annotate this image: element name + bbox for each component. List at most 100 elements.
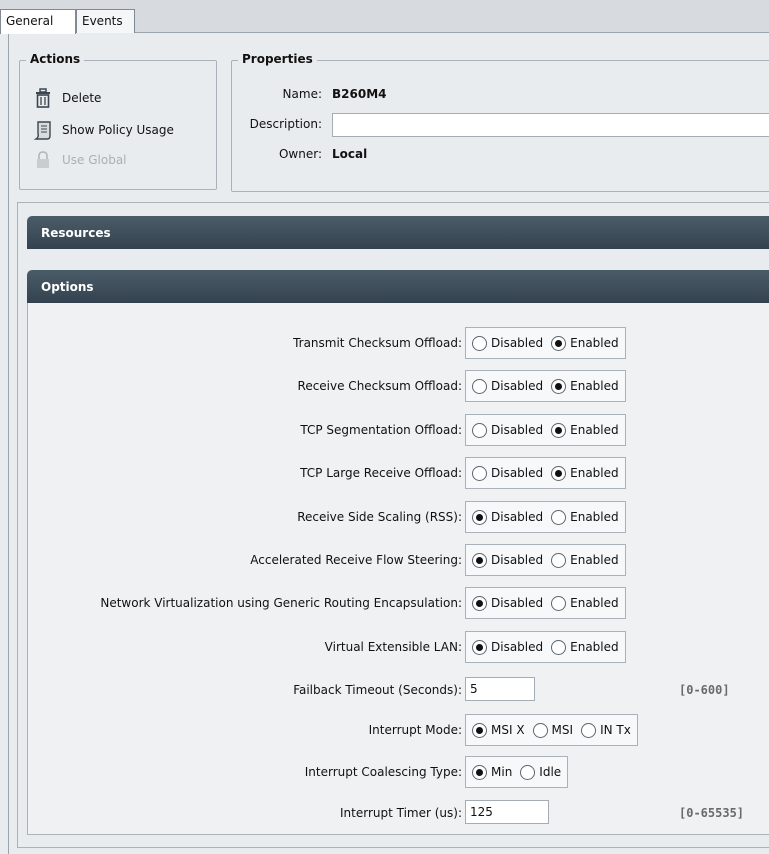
- radio-label: Disabled: [491, 596, 544, 610]
- description-label: Description:: [249, 117, 322, 131]
- radio-label: Disabled: [491, 640, 544, 654]
- radio-dot-icon: [551, 335, 567, 351]
- radio-enabled[interactable]: Enabled: [551, 378, 619, 394]
- timer-label: Interrupt Timer (us):: [339, 806, 462, 820]
- radio-label: Disabled: [491, 379, 544, 393]
- option-label: Virtual Extensible LAN:: [324, 640, 462, 654]
- option-radio-group: Disabled Enabled: [465, 631, 626, 663]
- owner-value: Local: [332, 147, 368, 161]
- failback-row: Failback Timeout (Seconds): 5 [0-600]: [9, 674, 769, 708]
- option-radio-group: Disabled Enabled: [465, 414, 626, 446]
- radio-dot-icon: [472, 465, 487, 481]
- radio-dot-icon: [472, 552, 487, 568]
- option-label: Receive Checksum Offload:: [297, 379, 462, 393]
- use-global-action[interactable]: Use Global: [32, 149, 127, 171]
- radio-dot-icon: [581, 722, 597, 738]
- radio-label: Enabled: [570, 379, 619, 393]
- radio-enabled[interactable]: Enabled: [551, 335, 619, 351]
- radio-label: MSI X: [491, 723, 525, 737]
- radio-dot-icon: [551, 639, 567, 655]
- actions-group: Actions Delete Show Policy Usage Use Glo…: [19, 52, 217, 190]
- radio-label: MSI: [551, 723, 574, 737]
- description-input[interactable]: [332, 113, 769, 137]
- tab-general[interactable]: General: [0, 9, 76, 34]
- option-radio-group: Disabled Enabled: [465, 327, 626, 359]
- option-label: TCP Segmentation Offload:: [300, 423, 462, 437]
- radio-dot-icon: [551, 378, 567, 394]
- radio-label: Disabled: [491, 466, 544, 480]
- radio-enabled[interactable]: Enabled: [551, 639, 619, 655]
- owner-label: Owner:: [278, 147, 322, 161]
- radio-disabled[interactable]: Disabled: [472, 465, 544, 481]
- option-row: Virtual Extensible LAN: Disabled Enabled: [9, 631, 769, 665]
- option-label: TCP Large Receive Offload:: [300, 466, 462, 480]
- radio-msi[interactable]: MSI: [532, 722, 574, 738]
- radio-label: Enabled: [570, 466, 619, 480]
- option-label: Network Virtualization using Generic Rou…: [100, 596, 462, 610]
- radio-label: Enabled: [570, 553, 619, 567]
- radio-dot-icon: [551, 509, 567, 525]
- option-radio-group: Disabled Enabled: [465, 587, 626, 619]
- radio-disabled[interactable]: Disabled: [472, 378, 544, 394]
- radio-enabled[interactable]: Enabled: [551, 552, 619, 568]
- interrupt-mode-label: Interrupt Mode:: [368, 723, 462, 737]
- option-row: Transmit Checksum Offload: Disabled Enable…: [9, 327, 769, 361]
- trash-icon: [32, 87, 54, 109]
- radio-label: Enabled: [570, 423, 619, 437]
- radio-dot-icon: [472, 764, 487, 780]
- radio-idle[interactable]: Idle: [520, 764, 562, 780]
- lock-icon: [32, 149, 54, 171]
- coalescing-row: Interrupt Coalescing Type: Min Idle: [9, 756, 769, 790]
- radio-dot-icon: [551, 552, 567, 568]
- actions-title: Actions: [26, 52, 85, 66]
- radio-dot-icon: [551, 595, 567, 611]
- delete-action[interactable]: Delete: [32, 87, 101, 109]
- radio-disabled[interactable]: Disabled: [472, 552, 544, 568]
- option-radio-group: Disabled Enabled: [465, 457, 626, 489]
- radio-in-tx[interactable]: IN Tx: [581, 722, 631, 738]
- options-header[interactable]: Options: [27, 270, 769, 303]
- delete-label: Delete: [62, 91, 102, 105]
- radio-dot-icon: [472, 639, 487, 655]
- option-radio-group: Disabled Enabled: [465, 370, 626, 402]
- radio-enabled[interactable]: Enabled: [551, 509, 619, 525]
- radio-label: Disabled: [491, 553, 544, 567]
- failback-label: Failback Timeout (Seconds):: [293, 683, 462, 697]
- coalescing-label: Interrupt Coalescing Type:: [304, 765, 462, 779]
- radio-label: IN Tx: [600, 723, 631, 737]
- radio-dot-icon: [472, 509, 487, 525]
- radio-dot-icon: [472, 422, 487, 438]
- tab-events[interactable]: Events: [76, 9, 135, 33]
- radio-dot-icon: [551, 465, 567, 481]
- interrupt-mode-radio-group: MSI X MSI IN Tx: [465, 714, 638, 746]
- radio-enabled[interactable]: Enabled: [551, 422, 619, 438]
- option-row: Network Virtualization using Generic Rou…: [9, 587, 769, 621]
- radio-enabled[interactable]: Enabled: [551, 595, 619, 611]
- radio-disabled[interactable]: Disabled: [472, 639, 544, 655]
- radio-label: Disabled: [491, 510, 544, 524]
- resources-header[interactable]: Resources: [27, 216, 769, 249]
- radio-msi-x[interactable]: MSI X: [472, 722, 525, 738]
- radio-label: Disabled: [491, 336, 544, 350]
- timer-input[interactable]: 125: [465, 800, 549, 824]
- radio-disabled[interactable]: Disabled: [472, 335, 544, 351]
- radio-dot-icon: [532, 722, 548, 738]
- scroll-icon: [32, 119, 54, 141]
- failback-range: [0-600]: [679, 683, 730, 697]
- option-label: Transmit Checksum Offload:: [293, 336, 462, 350]
- interrupt-mode-row: Interrupt Mode: MSI X MSI IN Tx: [9, 714, 769, 748]
- tab-bar: General Events: [0, 0, 769, 34]
- radio-label: Idle: [539, 765, 562, 779]
- option-row: TCP Segmentation Offload: Disabled Enabled: [9, 414, 769, 448]
- radio-disabled[interactable]: Disabled: [472, 422, 543, 438]
- radio-disabled[interactable]: Disabled: [472, 509, 544, 525]
- properties-title: Properties: [238, 52, 317, 66]
- option-row: Accelerated Receive Flow Steering: Disabl…: [9, 544, 769, 578]
- show-policy-usage-action[interactable]: Show Policy Usage: [32, 119, 174, 141]
- radio-min[interactable]: Min: [472, 764, 513, 780]
- radio-enabled[interactable]: Enabled: [551, 465, 619, 481]
- failback-input[interactable]: 5: [465, 677, 535, 701]
- radio-disabled[interactable]: Disabled: [472, 595, 544, 611]
- radio-label: Min: [491, 765, 513, 779]
- use-global-label: Use Global: [62, 153, 127, 167]
